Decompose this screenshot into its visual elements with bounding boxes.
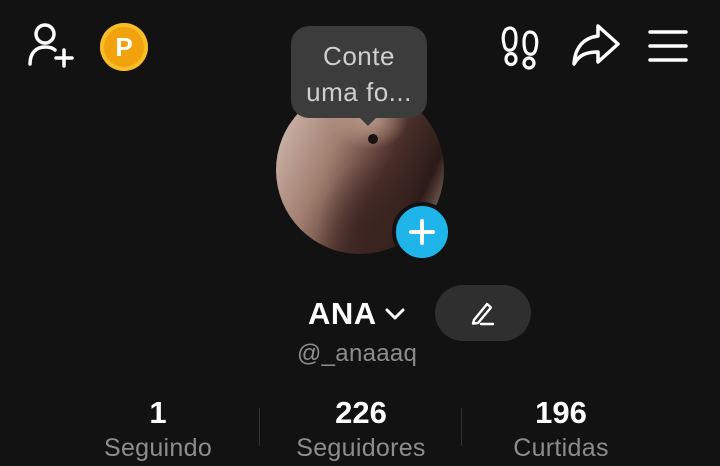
coins-button[interactable]: P [100,23,148,71]
stat-likes-label: Curtidas [513,434,609,462]
add-friend-button[interactable] [26,20,78,70]
chevron-down-icon [385,308,405,320]
share-arrow-icon [572,24,620,66]
profile-username: @_anaaaq [297,340,418,367]
person-plus-icon [28,23,74,68]
stat-following-value: 1 [149,395,167,430]
stat-followers-value: 226 [335,395,387,430]
stat-divider [259,408,260,446]
story-prompt-line1: Conte [323,41,395,71]
story-prompt-bubble[interactable]: Conte uma fo... [291,26,427,118]
menu-button[interactable] [646,24,690,68]
stat-likes[interactable]: 196 Curtidas [461,396,661,463]
edit-profile-button[interactable] [435,285,531,341]
share-profile-button[interactable] [570,20,622,68]
hamburger-menu-icon [648,30,688,62]
profile-name: ANA [308,296,377,331]
avatar-detail [368,134,378,144]
footprints-icon [501,26,539,70]
stat-followers[interactable]: 226 Seguidores [261,396,461,463]
account-switcher[interactable]: ANA [308,294,407,334]
coin-icon: P [115,32,133,62]
story-prompt-text: Conte uma fo... [291,38,427,110]
story-prompt-line2: uma fo... [306,77,412,107]
stat-following-label: Seguindo [103,434,213,462]
plus-icon [409,219,435,245]
story-prompt-pointer [358,116,378,126]
stat-likes-value: 196 [535,395,587,430]
profile-views-button[interactable] [496,22,544,70]
pencil-icon [471,302,495,326]
stat-followers-label: Seguidores [296,434,426,462]
add-story-button[interactable] [392,202,452,262]
stat-following[interactable]: 1 Seguindo [58,396,258,463]
